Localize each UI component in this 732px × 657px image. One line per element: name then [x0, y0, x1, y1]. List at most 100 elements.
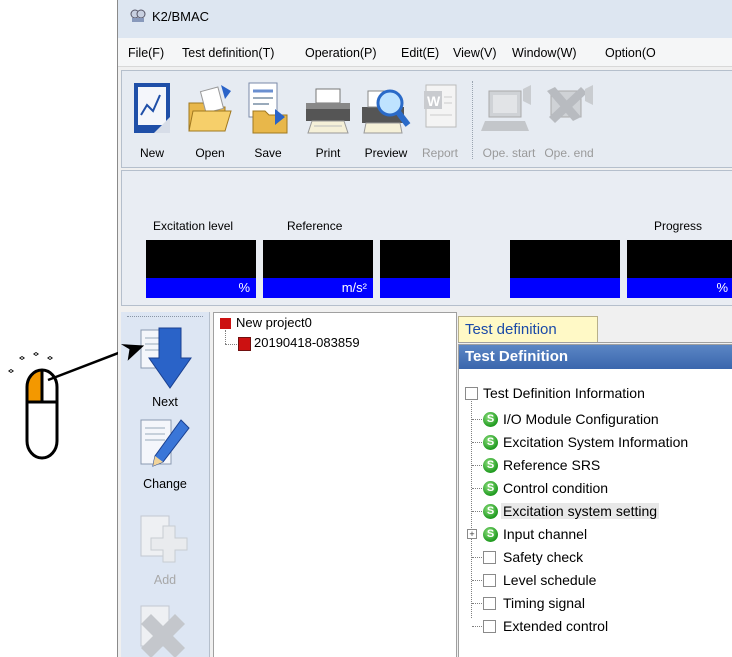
tree-connector	[472, 580, 482, 581]
new-button[interactable]: New	[126, 77, 178, 163]
menu-option[interactable]: Option(O	[605, 46, 656, 60]
menu-bar: File(F) Test definition(T) Operation(P) …	[118, 38, 732, 67]
mouse-click-icon	[8, 351, 118, 460]
test-node[interactable]: 20190418-083859	[254, 335, 360, 350]
empty-checkbox-icon	[483, 597, 496, 610]
print-button[interactable]: Print	[302, 77, 354, 163]
set-status-icon: S	[483, 527, 498, 542]
empty-checkbox-icon	[483, 574, 496, 587]
tree-connector	[472, 603, 482, 604]
svg-text:W: W	[427, 93, 441, 109]
excitation-level-label: Excitation level	[153, 219, 234, 233]
project-icon	[220, 318, 231, 329]
tree-connector	[472, 442, 482, 443]
menu-operation[interactable]: Operation(P)	[305, 46, 377, 60]
menu-test-definition[interactable]: Test definition(T)	[182, 46, 274, 60]
open-label: Open	[195, 146, 225, 160]
main-window: K2/BMAC File(F) Test definition(T) Opera…	[117, 0, 732, 657]
set-status-icon: S	[483, 481, 498, 496]
save-icon	[248, 82, 288, 134]
tree-connector	[225, 344, 237, 345]
change-button[interactable]: Change	[121, 416, 209, 491]
project-node[interactable]: New project0	[236, 315, 312, 330]
next-label: Next	[152, 395, 178, 409]
panel-title: Test Definition	[459, 345, 732, 369]
set-status-icon: S	[483, 458, 498, 473]
menu-view[interactable]: View(V)	[453, 46, 497, 60]
report-button[interactable]: W Report	[414, 77, 466, 163]
status-monitor: Excitation level Reference Progress % m/…	[121, 170, 732, 306]
empty-checkbox-icon	[465, 387, 478, 400]
title-bar: K2/BMAC	[118, 0, 732, 38]
tab-divider	[458, 342, 732, 343]
monitor-unit-4	[510, 278, 620, 298]
operation-start-button[interactable]: Ope. start	[478, 77, 540, 163]
operation-end-icon	[547, 85, 593, 123]
monitor-display-3	[380, 240, 450, 278]
pointer-arrowhead-icon	[120, 344, 145, 361]
empty-checkbox-icon	[483, 620, 496, 633]
tree-connector	[472, 557, 482, 558]
preview-button[interactable]: Preview	[360, 77, 412, 163]
tree-connector	[472, 465, 482, 466]
expand-plus-icon[interactable]: +	[467, 529, 477, 539]
report-label: Report	[421, 146, 459, 160]
add-button[interactable]: Add	[121, 512, 209, 587]
print-label: Print	[315, 146, 341, 160]
preview-label: Preview	[364, 146, 408, 160]
empty-checkbox-icon	[483, 551, 496, 564]
delete-x-icon	[140, 605, 185, 657]
tree-connector	[471, 392, 472, 618]
change-pencil-icon	[140, 419, 190, 467]
tree-connector	[472, 419, 482, 420]
progress-unit: %	[627, 278, 732, 298]
menu-edit[interactable]: Edit(E)	[401, 46, 439, 60]
project-tree: New project0 20190418-083859	[213, 312, 457, 657]
menu-file[interactable]: File(F)	[128, 46, 164, 60]
add-label: Add	[153, 573, 177, 587]
monitor-display-4	[510, 240, 620, 278]
operation-start-icon	[481, 85, 531, 131]
operation-start-label: Ope. start	[482, 146, 536, 160]
tab-test-definition[interactable]: Test definition	[458, 316, 598, 343]
progress-display	[627, 240, 732, 278]
test-icon	[238, 337, 251, 351]
printer-icon	[306, 88, 350, 134]
test-definition-pane: Test definition Test Definition Test Def…	[458, 312, 732, 657]
tree-connector	[225, 330, 226, 344]
tab-label: Test definition	[465, 321, 557, 338]
set-status-icon: S	[483, 435, 498, 450]
app-icon	[130, 9, 146, 22]
open-folder-icon	[188, 85, 232, 132]
menu-window[interactable]: Window(W)	[512, 46, 577, 60]
test-definition-panel: Test Definition Test Definition Informat…	[458, 344, 732, 657]
preview-icon	[362, 89, 411, 134]
add-plus-icon	[140, 515, 188, 563]
change-label: Change	[143, 477, 187, 491]
save-label: Save	[254, 146, 282, 160]
sidebar-grip	[127, 316, 203, 317]
excitation-level-display	[146, 240, 256, 278]
report-icon: W	[424, 84, 457, 128]
open-button[interactable]: Open	[184, 77, 236, 163]
save-button[interactable]: Save	[242, 77, 294, 163]
toolbar-separator	[472, 81, 473, 159]
tree-connector	[472, 511, 482, 512]
operation-end-label: Ope. end	[544, 146, 594, 160]
window-title: K2/BMAC	[152, 9, 210, 24]
tree-connector	[472, 626, 482, 627]
operation-end-button[interactable]: Ope. end	[540, 77, 598, 163]
new-label: New	[139, 146, 164, 160]
progress-label: Progress	[654, 219, 703, 233]
monitor-unit-3	[380, 278, 450, 298]
reference-label: Reference	[287, 219, 343, 233]
set-status-icon: S	[483, 412, 498, 427]
delete-button[interactable]	[121, 602, 209, 657]
reference-display	[263, 240, 373, 278]
toolbar: New Open Save Print Preview W Report Ope…	[121, 70, 732, 168]
reference-unit: m/s²	[263, 278, 373, 298]
action-sidebar: Next Change Add	[121, 312, 210, 657]
tree-connector	[472, 488, 482, 489]
new-icon	[134, 83, 170, 133]
set-status-icon: S	[483, 504, 498, 519]
